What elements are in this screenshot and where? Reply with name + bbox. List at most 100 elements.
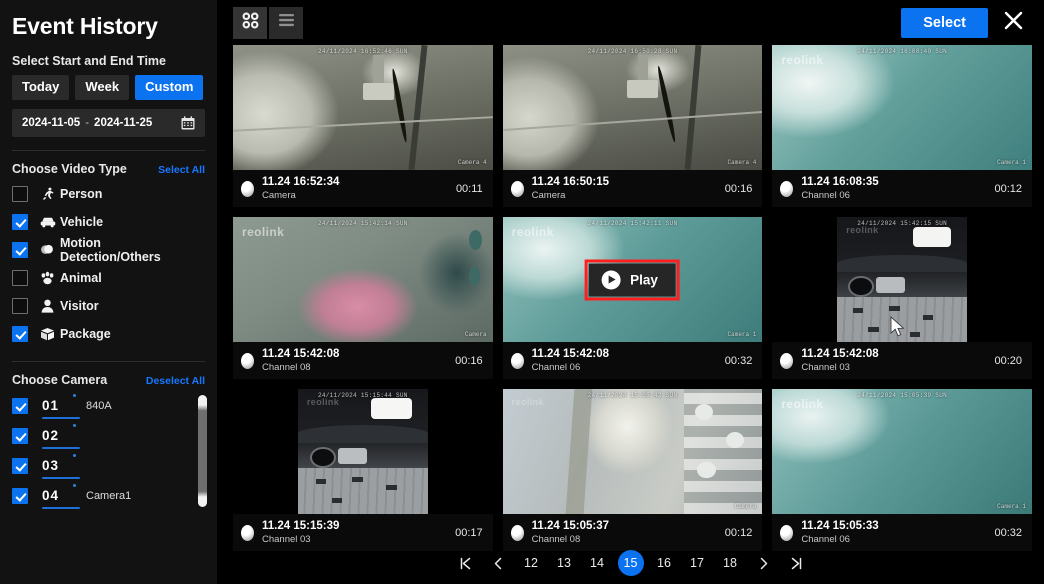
checkbox-vehicle[interactable] (12, 214, 28, 231)
close-button[interactable] (994, 6, 1032, 40)
event-thumbnail[interactable]: reolink 24/11/2024 15:42:11 SUN Camera 1… (502, 217, 763, 342)
event-card-hovered[interactable]: reolink 24/11/2024 15:42:11 SUN Camera 1… (502, 217, 763, 379)
event-card[interactable]: 24/11/2024 16:52:46 SUN Camera 4 11.24 1… (233, 45, 493, 207)
event-thumbnail[interactable]: reolink 24/11/2024 15:05:39 SUN Camera 1 (772, 389, 1032, 514)
osd-timestamp: 24/11/2024 16:52:46 SUN (317, 48, 408, 55)
select-all-link[interactable]: Select All (158, 164, 205, 176)
motion-event-icon (241, 180, 254, 197)
event-card[interactable]: 24/11/2024 16:50:28 SUN Camera 4 11.24 1… (502, 45, 763, 207)
list-view-button[interactable] (269, 6, 303, 39)
reolink-watermark: reolink (242, 225, 285, 239)
event-time: 11.24 15:42:08 (531, 348, 610, 361)
checkbox-motion[interactable] (12, 242, 28, 259)
checkbox-visitor[interactable] (12, 298, 28, 315)
thumbnail-image (502, 45, 763, 170)
event-thumbnail[interactable]: reolink 24/11/2024 15:42:14 SUN Camera (233, 217, 493, 342)
event-thumbnail[interactable]: reolink 24/11/2024 15:42:15 SUN (772, 217, 1032, 342)
event-text: 11.24 15:42:08 Channel 08 (262, 348, 339, 373)
camera-item-02[interactable]: 02 (12, 421, 205, 451)
event-thumbnail[interactable]: reolink 24/11/2024 15:15:44 SUN (233, 389, 493, 514)
checkbox-camera-03[interactable] (12, 458, 28, 475)
grid-view-button[interactable] (233, 6, 267, 39)
page-button-15-active[interactable]: 15 (617, 550, 644, 576)
video-type-item-vehicle[interactable]: Vehicle (12, 208, 205, 236)
checkbox-camera-01[interactable] (12, 398, 28, 415)
play-button[interactable]: Play (589, 263, 676, 296)
camera-underline (42, 507, 80, 510)
main-panel: Select 24/11/2024 16:52:46 SUN Camera 4 … (217, 0, 1044, 584)
page-button-12[interactable]: 12 (515, 550, 548, 576)
event-card[interactable]: reolink 24/11/2024 16:08:40 SUN Camera 1… (772, 45, 1032, 207)
camera-number-02: 02 (42, 428, 60, 444)
motion-event-icon (510, 352, 524, 369)
event-text: 11.24 15:42:08 Channel 03 (801, 348, 878, 373)
event-duration: 00:32 (724, 354, 753, 367)
event-card[interactable]: reolink 24/11/2024 15:05:39 SUN Camera 1… (772, 389, 1032, 551)
event-duration: 00:16 (455, 354, 483, 367)
checkbox-camera-04[interactable] (12, 488, 28, 505)
checkbox-animal[interactable] (12, 270, 28, 287)
osd-timestamp: 24/11/2024 15:42:11 SUN (587, 220, 678, 227)
motion-event-icon (241, 524, 254, 541)
event-card-info: 11.24 15:05:33 Channel 06 00:32 (772, 514, 1032, 551)
checkbox-package[interactable] (12, 326, 28, 343)
reolink-watermark: reolink (781, 397, 824, 411)
select-button[interactable]: Select (901, 7, 988, 38)
deselect-all-link[interactable]: Deselect All (146, 375, 205, 387)
page-button-16[interactable]: 16 (648, 550, 681, 576)
toolbar: Select (217, 0, 1044, 45)
page-button-14[interactable]: 14 (581, 550, 614, 576)
prev-page-button[interactable] (482, 550, 515, 576)
camera-status-dot (73, 454, 76, 458)
osd-camera-label: Camera 1 (727, 331, 757, 338)
video-type-label-person: Person (60, 187, 103, 202)
event-card[interactable]: reolink 24/11/2024 15:42:15 SUN 11.24 15… (772, 217, 1032, 379)
event-duration: 00:12 (724, 526, 753, 539)
event-thumbnail[interactable]: 24/11/2024 16:52:46 SUN Camera 4 (233, 45, 493, 170)
video-type-item-package[interactable]: Package (12, 320, 205, 348)
video-type-item-motion[interactable]: Motion Detection/Others (12, 236, 205, 264)
divider-1 (12, 150, 205, 152)
page-button-18[interactable]: 18 (714, 550, 747, 576)
event-thumbnail[interactable]: reolink 24/11/2024 15:05:42 SUN Camera (502, 389, 763, 514)
first-page-button[interactable] (449, 550, 482, 576)
event-channel: Channel 03 (262, 533, 311, 545)
checkbox-camera-02[interactable] (12, 428, 28, 445)
date-range-field[interactable]: 2024-11-05 - 2024-11-25 (12, 109, 205, 138)
camera-item-03[interactable]: 03 (12, 451, 205, 481)
camera-status-dot (73, 394, 76, 398)
video-type-item-person[interactable]: Person (12, 180, 205, 208)
video-type-item-visitor[interactable]: Visitor (12, 292, 205, 320)
next-page-button[interactable] (747, 550, 780, 576)
camera-item-04[interactable]: 04 Camera1 (12, 481, 205, 511)
event-thumbnail[interactable]: 24/11/2024 16:50:28 SUN Camera 4 (502, 45, 763, 170)
range-button-group: Today Week Custom (12, 75, 205, 101)
camera-item-01[interactable]: 01 840A (12, 391, 205, 421)
checkbox-person[interactable] (12, 186, 28, 203)
toolbar-right: Select (901, 6, 1044, 40)
motion-event-icon (780, 180, 794, 197)
osd-camera-label: Camera 1 (997, 159, 1026, 166)
event-channel: Camera (262, 189, 296, 201)
event-channel: Channel 03 (801, 361, 850, 373)
video-type-item-animal[interactable]: Animal (12, 264, 205, 292)
motion-event-icon (510, 180, 524, 197)
event-card[interactable]: reolink 24/11/2024 15:15:44 SUN 11.24 15… (233, 389, 493, 551)
scrollbar-thumb[interactable] (198, 395, 207, 508)
page-button-13[interactable]: 13 (548, 550, 581, 576)
osd-camera-label: Camera (465, 331, 487, 338)
sidebar: Event History Select Start and End Time … (0, 0, 217, 584)
last-page-button[interactable] (780, 550, 813, 576)
event-text: 11.24 15:15:39 Channel 03 (262, 520, 339, 545)
osd-timestamp: 24/11/2024 15:42:14 SUN (317, 220, 408, 227)
range-button-today[interactable]: Today (12, 75, 70, 101)
event-thumbnail[interactable]: reolink 24/11/2024 16:08:40 SUN Camera 1 (772, 45, 1032, 170)
event-card[interactable]: reolink 24/11/2024 15:42:14 SUN Camera 1… (233, 217, 493, 379)
calendar-icon[interactable] (181, 116, 195, 130)
page-button-17[interactable]: 17 (681, 550, 714, 576)
range-button-week[interactable]: Week (75, 75, 130, 101)
play-label: Play (630, 272, 658, 287)
event-card[interactable]: reolink 24/11/2024 15:05:42 SUN Camera 1… (502, 389, 763, 551)
camera-list-scrollbar[interactable] (198, 395, 207, 508)
range-button-custom[interactable]: Custom (135, 75, 204, 101)
